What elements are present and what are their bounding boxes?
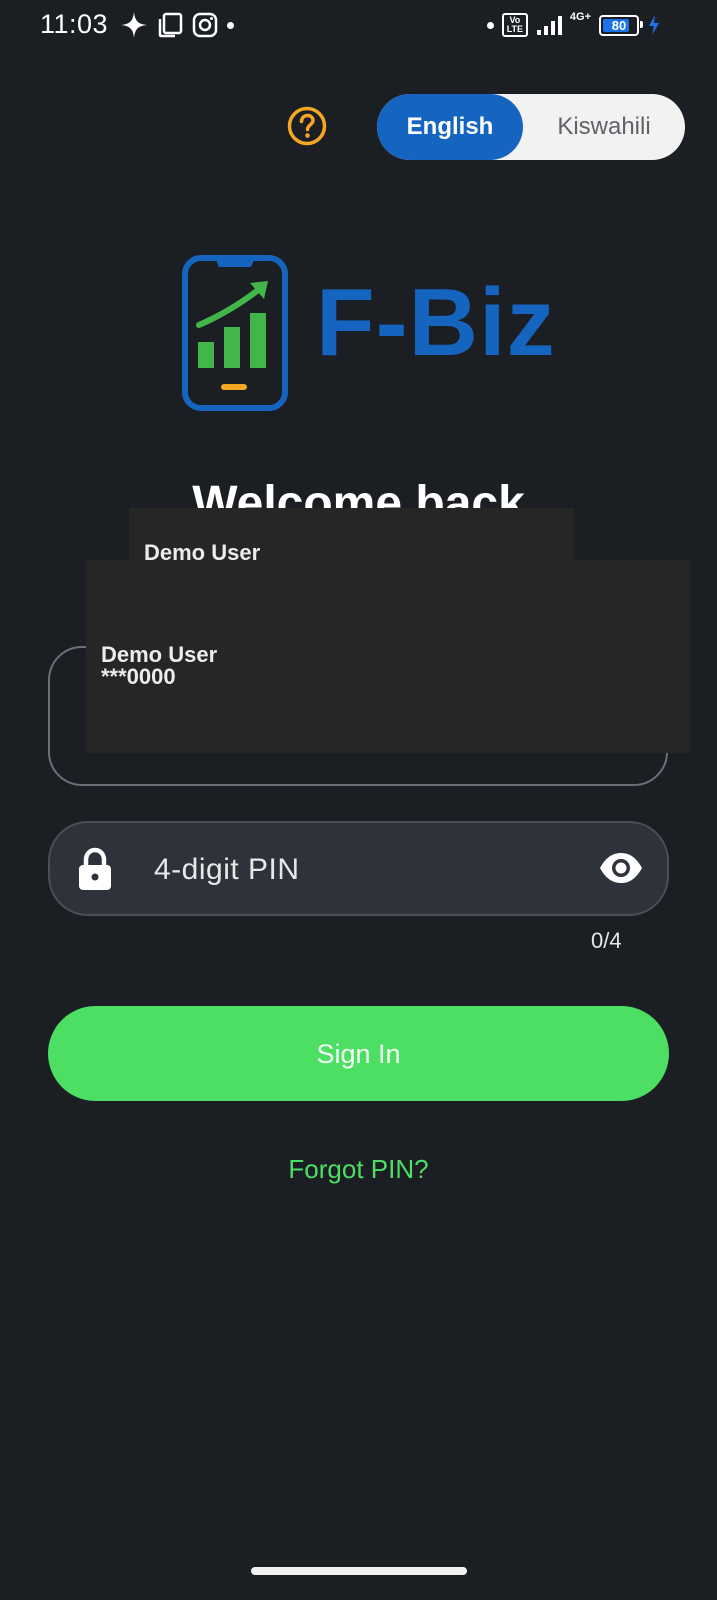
status-time: 11:03 <box>40 9 109 39</box>
status-bar: 11:03 Vo LTE 4G+ 80 <box>0 0 717 50</box>
eye-icon[interactable] <box>598 851 644 885</box>
network-type: 4G+ <box>569 11 591 23</box>
help-icon[interactable] <box>287 106 327 146</box>
lock-icon <box>79 847 111 890</box>
instagram-icon <box>192 12 218 38</box>
battery-indicator: 80 <box>599 14 643 36</box>
language-toggle: English Kiswahili <box>377 94 685 160</box>
language-option-kiswahili[interactable]: Kiswahili <box>523 94 685 160</box>
copy-icon <box>158 12 183 38</box>
battery-level: 80 <box>611 17 627 33</box>
charging-bolt-icon <box>649 15 659 35</box>
forgot-pin-link[interactable]: Forgot PIN? <box>0 1154 717 1185</box>
autofill-name: Demo User <box>144 540 261 560</box>
sparkle-icon <box>121 12 147 38</box>
autofill-name: Demo User <box>101 642 218 667</box>
status-right-icons: Vo LTE 4G+ 80 <box>486 10 661 40</box>
pin-input[interactable] <box>152 839 576 901</box>
notification-dot-right <box>486 21 494 29</box>
login-screen: 11:03 Vo LTE 4G+ 80 English Kiswahili F-… <box>0 0 717 1600</box>
pin-field <box>48 821 669 916</box>
logo-text: F-Biz <box>316 269 556 376</box>
volte-badge: Vo LTE <box>501 13 528 37</box>
app-logo: F-Biz <box>182 255 555 415</box>
autofill-suggestion-large[interactable]: Demo User ***0000 <box>86 560 690 753</box>
autofill-number: ***0000 <box>101 664 176 689</box>
home-indicator[interactable] <box>251 1567 467 1575</box>
signal-icon <box>536 16 562 35</box>
phone-growth-chart-icon <box>182 255 288 411</box>
sign-in-button[interactable]: Sign In <box>48 1006 669 1101</box>
status-left-icons <box>120 10 234 40</box>
language-option-english[interactable]: English <box>377 94 523 160</box>
autofill-suggestion-small[interactable]: Demo User <box>129 508 574 560</box>
notification-dot <box>227 21 234 29</box>
pin-counter: 0/4 <box>591 928 622 953</box>
